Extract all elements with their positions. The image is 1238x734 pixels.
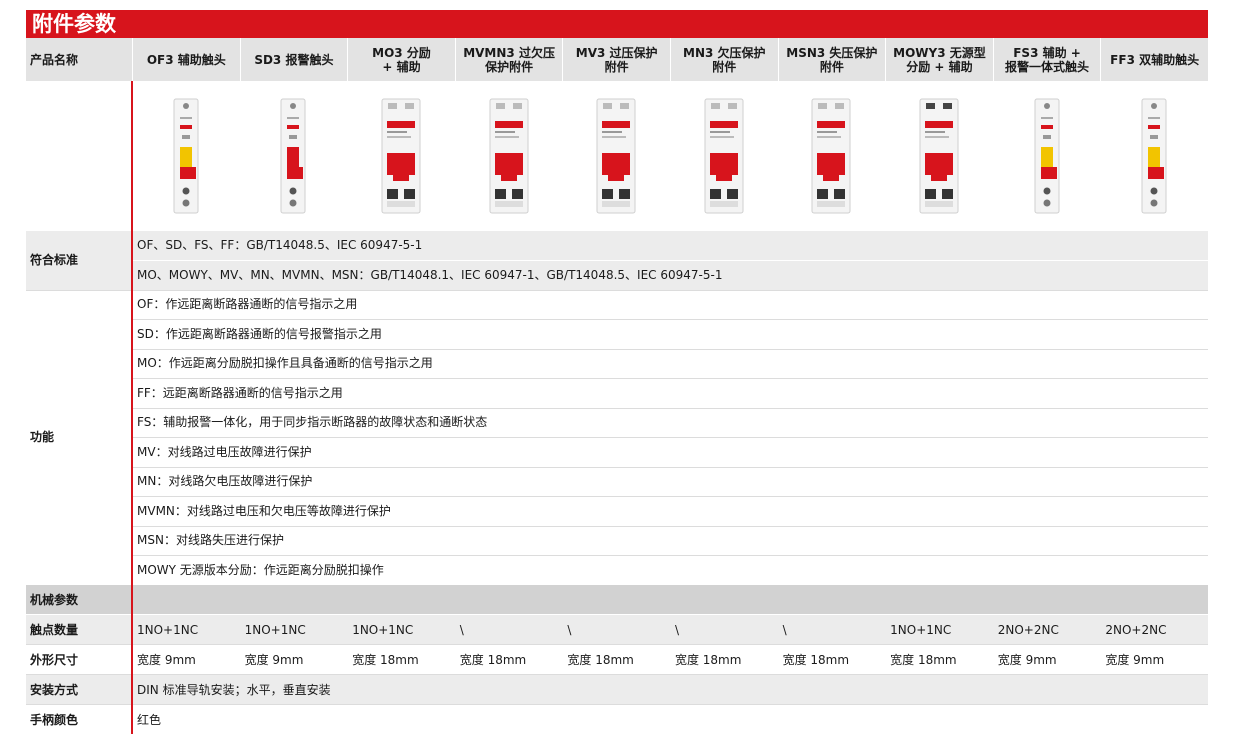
product-header-of3: OF3 辅助触头 bbox=[132, 38, 240, 81]
product-name-label: 产品名称 bbox=[30, 53, 79, 67]
product-header-ff3: FF3 双辅助触头 bbox=[1100, 38, 1208, 81]
product-image-cell bbox=[347, 81, 455, 231]
product-header-mo3: MO3 分励 + 辅助 bbox=[347, 38, 455, 81]
function-line: MVMN：对线路过电压和欠电压等故障进行保护 bbox=[132, 496, 1208, 526]
contacts-value: 1NO+1NC bbox=[890, 622, 952, 637]
contacts-value: \ bbox=[567, 622, 572, 637]
device-drawing bbox=[1141, 98, 1167, 214]
device-drawing bbox=[173, 98, 199, 214]
function-line: MV：对线路过电压故障进行保护 bbox=[132, 437, 1208, 467]
dimensions-value: 宽度 18mm bbox=[674, 653, 742, 667]
dimensions-value: 宽度 18mm bbox=[567, 653, 634, 667]
device-drawing bbox=[1034, 98, 1060, 214]
contacts-value: 1NO+1NC bbox=[352, 622, 414, 637]
functions-section: 功能 OF：作远距离断路器通断的信号指示之用 SD：作远距离断路器通断的信号报警… bbox=[26, 290, 1208, 585]
product-header-mv3: MV3 过压保护 附件 bbox=[562, 38, 670, 81]
product-header-msn3: MSN3 失压保护 附件 bbox=[777, 38, 886, 81]
sd3-device-image bbox=[280, 97, 306, 215]
contacts-value: 1NO+1NC bbox=[137, 622, 199, 637]
dimensions-value: 宽度 9mm bbox=[1105, 653, 1165, 667]
dimensions-value: 宽度 18mm bbox=[459, 653, 527, 667]
device-drawing bbox=[919, 98, 959, 214]
device-drawing bbox=[489, 98, 529, 214]
handle-color-row: 手柄颜色 红色 bbox=[26, 705, 1208, 734]
product-image-cell bbox=[455, 81, 563, 231]
dimensions-row: 外形尺寸 宽度 9mm 宽度 9mm 宽度 18mm 宽度 18mm 宽度 18… bbox=[26, 645, 1208, 674]
device-drawing bbox=[280, 98, 306, 214]
dimensions-value: 宽度 9mm bbox=[997, 653, 1057, 667]
dimensions-value: 宽度 9mm bbox=[137, 653, 196, 667]
of3-device-image bbox=[173, 97, 199, 215]
product-image-cell bbox=[132, 81, 240, 231]
product-image-cell bbox=[778, 81, 886, 231]
msn3-device-image bbox=[811, 97, 851, 215]
product-header-mvmn3: MVMN3 过欠压 保护附件 bbox=[454, 38, 563, 81]
handle-color-value: 红色 bbox=[137, 713, 162, 727]
device-drawing bbox=[704, 98, 744, 214]
header-row: 产品名称 OF3 辅助触头 SD3 报警触头 MO3 分励 + 辅助 MVMN3 … bbox=[26, 38, 1208, 81]
function-line: SD：作远距离断路器通断的信号报警指示之用 bbox=[132, 319, 1208, 349]
contacts-value: 2NO+2NC bbox=[1105, 622, 1167, 637]
contacts-value: 1NO+1NC bbox=[244, 622, 306, 637]
mowy3-device-image bbox=[919, 97, 959, 215]
mounting-row: 安装方式 DIN 标准导轨安装；水平，垂直安装 bbox=[26, 675, 1208, 704]
product-header-fs3: FS3 辅助 + 报警一体式触头 bbox=[992, 38, 1101, 81]
mvmn3-device-image bbox=[489, 97, 529, 215]
product-header-sd3: SD3 报警触头 bbox=[239, 38, 348, 81]
device-drawing bbox=[596, 98, 636, 214]
function-line: MO：作远距离分励脱扣操作且具备通断的信号指示之用 bbox=[132, 349, 1208, 379]
product-image-cell bbox=[1100, 81, 1208, 231]
standards-line: OF、SD、FS、FF：GB/T14048.5、IEC 60947-5-1 bbox=[132, 231, 1208, 260]
dimensions-value: 宽度 18mm bbox=[352, 653, 419, 667]
mechanical-section-header: 机械参数 bbox=[26, 585, 1208, 614]
page-title: 附件参数 bbox=[26, 10, 1208, 38]
mn3-device-image bbox=[704, 97, 744, 215]
product-image-row bbox=[26, 81, 1208, 231]
mo3-device-image bbox=[381, 97, 421, 215]
device-drawing bbox=[381, 98, 421, 214]
dimensions-value: 宽度 18mm bbox=[890, 653, 957, 667]
function-line: OF：作远距离断路器通断的信号指示之用 bbox=[132, 290, 1208, 320]
standards-section: 符合标准 OF、SD、FS、FF：GB/T14048.5、IEC 60947-5… bbox=[26, 231, 1208, 290]
dimensions-value: 宽度 9mm bbox=[244, 653, 304, 667]
contacts-value: 2NO+2NC bbox=[997, 622, 1059, 637]
product-image-cell bbox=[885, 81, 993, 231]
contacts-label: 触点数量 bbox=[30, 623, 79, 637]
function-line: MOWY 无源版本分励：作远距离分励脱扣操作 bbox=[132, 555, 1208, 585]
contacts-value: \ bbox=[782, 622, 787, 637]
contacts-row: 触点数量 1NO+1NC 1NO+1NC 1NO+1NC \ \ \ \ 1NO… bbox=[26, 615, 1208, 644]
dimensions-value: 宽度 18mm bbox=[782, 653, 850, 667]
product-image-cell bbox=[993, 81, 1101, 231]
function-line: MSN：对线路失压进行保护 bbox=[132, 526, 1208, 556]
product-image-cell bbox=[670, 81, 778, 231]
device-drawing bbox=[811, 98, 851, 214]
product-image-cell bbox=[562, 81, 670, 231]
handle-color-label: 手柄颜色 bbox=[30, 713, 79, 727]
product-header-mowy3: MOWY3 无源型 分励 + 辅助 bbox=[885, 38, 993, 81]
fs3-device-image bbox=[1034, 97, 1060, 215]
standards-line: MO、MOWY、MV、MN、MVMN、MSN：GB/T14048.1、IEC 6… bbox=[132, 261, 1208, 290]
mounting-value: DIN 标准导轨安装；水平，垂直安装 bbox=[137, 683, 331, 697]
mounting-label: 安装方式 bbox=[30, 683, 79, 697]
function-line: FF：远距离断路器通断的信号指示之用 bbox=[132, 378, 1208, 408]
functions-label: 功能 bbox=[30, 430, 55, 444]
dimensions-label: 外形尺寸 bbox=[30, 653, 79, 667]
function-line: FS：辅助报警一体化，用于同步指示断路器的故障状态和通断状态 bbox=[132, 408, 1208, 438]
column-divider-rule bbox=[131, 81, 133, 734]
contacts-value: \ bbox=[459, 622, 464, 637]
mv3-device-image bbox=[596, 97, 636, 215]
function-line: MN：对线路欠电压故障进行保护 bbox=[132, 467, 1208, 497]
standards-label: 符合标准 bbox=[30, 253, 79, 267]
contacts-value: \ bbox=[674, 622, 680, 637]
ff3-device-image bbox=[1141, 97, 1167, 215]
product-header-mn3: MN3 欠压保护 附件 bbox=[669, 38, 778, 81]
product-image-cell bbox=[240, 81, 348, 231]
mechanical-label: 机械参数 bbox=[30, 593, 79, 607]
